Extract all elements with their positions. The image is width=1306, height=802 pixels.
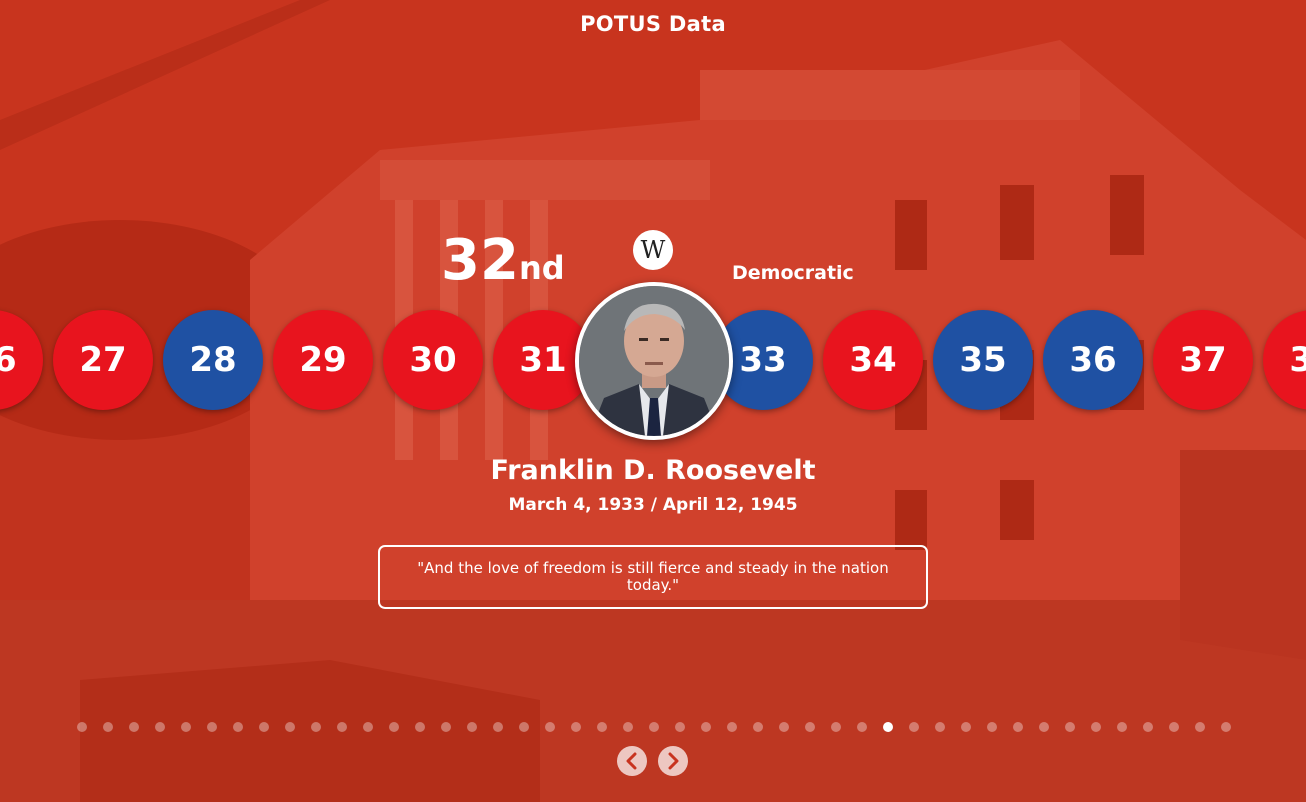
pagination-dot[interactable] — [441, 722, 451, 732]
pagination-dot[interactable] — [493, 722, 503, 732]
pagination-dot[interactable] — [129, 722, 139, 732]
president-portrait[interactable] — [575, 282, 733, 440]
pagination-dot[interactable] — [1013, 722, 1023, 732]
pagination-dot[interactable] — [1195, 722, 1205, 732]
pagination-dot[interactable] — [883, 722, 893, 732]
pagination-dot[interactable] — [311, 722, 321, 732]
pagination-dot[interactable] — [675, 722, 685, 732]
pagination-dot[interactable] — [389, 722, 399, 732]
president-item-36[interactable]: 36 — [1043, 310, 1143, 410]
term-dates: March 4, 1933 / April 12, 1945 — [508, 495, 798, 515]
pagination-dot[interactable] — [77, 722, 87, 732]
chevron-right-icon — [668, 752, 679, 770]
president-ordinal: 32nd — [441, 233, 565, 289]
president-item-38[interactable]: 38 — [1263, 310, 1306, 410]
pagination-dot[interactable] — [103, 722, 113, 732]
pagination-dot[interactable] — [545, 722, 555, 732]
pagination-dot[interactable] — [831, 722, 841, 732]
quote-box: "And the love of freedom is still fierce… — [378, 545, 928, 609]
president-item-30[interactable]: 30 — [383, 310, 483, 410]
previous-button[interactable] — [617, 746, 647, 776]
pagination-dot[interactable] — [1143, 722, 1153, 732]
pagination-dot[interactable] — [181, 722, 191, 732]
president-quote: "And the love of freedom is still fierce… — [417, 559, 889, 594]
pagination-dot[interactable] — [701, 722, 711, 732]
pagination-dot[interactable] — [1091, 722, 1101, 732]
president-item-34[interactable]: 34 — [823, 310, 923, 410]
pagination-dot[interactable] — [415, 722, 425, 732]
pagination-dot[interactable] — [909, 722, 919, 732]
pagination-dot[interactable] — [207, 722, 217, 732]
pagination-dot[interactable] — [623, 722, 633, 732]
app-stage: POTUS Data 32nd W Democratic 26 27 28 29… — [0, 0, 1306, 802]
wikipedia-link-icon[interactable]: W — [633, 230, 673, 270]
pagination-dot[interactable] — [1039, 722, 1049, 732]
app-title: POTUS Data — [580, 12, 726, 36]
pagination-dot[interactable] — [779, 722, 789, 732]
pagination-dot[interactable] — [1065, 722, 1075, 732]
pagination-dot[interactable] — [987, 722, 997, 732]
ordinal-suffix: nd — [518, 249, 565, 287]
pagination-dot[interactable] — [805, 722, 815, 732]
pagination-dot[interactable] — [753, 722, 763, 732]
pagination-dot[interactable] — [155, 722, 165, 732]
pagination-dot[interactable] — [1117, 722, 1127, 732]
pagination-dots — [0, 722, 1306, 734]
pagination-dot[interactable] — [285, 722, 295, 732]
president-item-29[interactable]: 29 — [273, 310, 373, 410]
pagination-dot[interactable] — [233, 722, 243, 732]
president-item-27[interactable]: 27 — [53, 310, 153, 410]
pagination-dot[interactable] — [259, 722, 269, 732]
portrait-image — [579, 286, 729, 436]
ordinal-number: 32 — [441, 228, 519, 293]
pagination-dot[interactable] — [571, 722, 581, 732]
pagination-dot[interactable] — [597, 722, 607, 732]
pagination-dot[interactable] — [649, 722, 659, 732]
pagination-dot[interactable] — [1221, 722, 1231, 732]
pagination-dot[interactable] — [363, 722, 373, 732]
pagination-dot[interactable] — [857, 722, 867, 732]
pagination-dot[interactable] — [467, 722, 477, 732]
pagination-dot[interactable] — [727, 722, 737, 732]
pagination-dot[interactable] — [961, 722, 971, 732]
president-name: Franklin D. Roosevelt — [490, 455, 816, 486]
next-button[interactable] — [658, 746, 688, 776]
president-item-28[interactable]: 28 — [163, 310, 263, 410]
president-item-26[interactable]: 26 — [0, 310, 43, 410]
pagination-dot[interactable] — [935, 722, 945, 732]
president-item-35[interactable]: 35 — [933, 310, 1033, 410]
party-label: Democratic — [732, 262, 854, 284]
chevron-left-icon — [626, 752, 637, 770]
pagination-dot[interactable] — [519, 722, 529, 732]
pagination-dot[interactable] — [337, 722, 347, 732]
president-item-37[interactable]: 37 — [1153, 310, 1253, 410]
pagination-dot[interactable] — [1169, 722, 1179, 732]
